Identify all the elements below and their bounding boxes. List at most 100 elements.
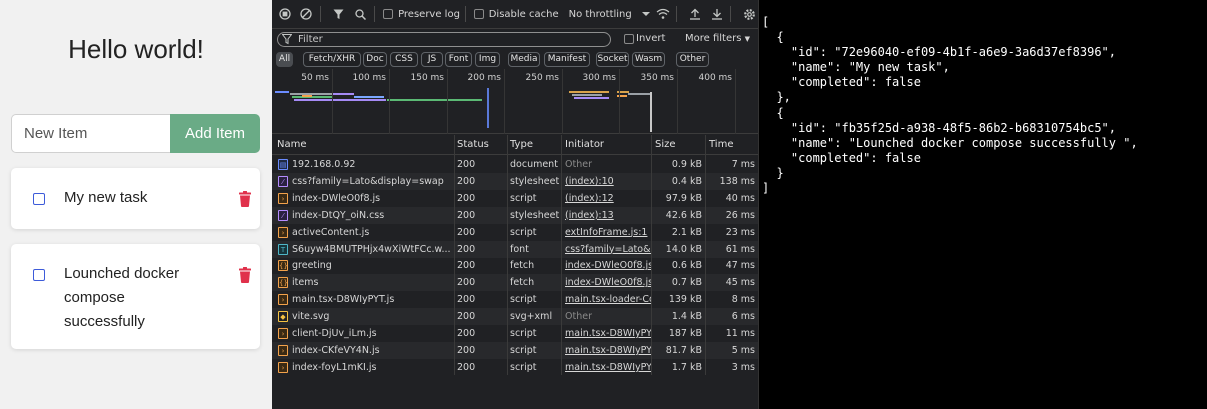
- table-row[interactable]: › index-DWleO0f8.js 200 script (index):12 97.…: [272, 190, 758, 207]
- chevron-down-icon[interactable]: [641, 5, 650, 23]
- table-row[interactable]: ⁄ css?family=Lato&display=swap 200 styleshe…: [272, 172, 758, 190]
- cell-initiator[interactable]: index-DWleO0f8.js: [565, 277, 651, 288]
- new-item-form: Add Item: [11, 114, 260, 153]
- cell-initiator[interactable]: main.tsx-D8WIyPYT: [565, 345, 651, 356]
- type-filter-all[interactable]: All: [276, 52, 293, 67]
- cell-size: 14.0 kB: [665, 243, 702, 255]
- more-filters-dropdown[interactable]: More filters ▼: [685, 33, 750, 44]
- cell-initiator[interactable]: (index):13: [565, 210, 651, 221]
- table-row[interactable]: {} greeting 200 fetch index-DWleO0f8.js 0.6 k…: [272, 257, 758, 274]
- new-item-input[interactable]: [11, 114, 170, 153]
- resource-type-filters: All Fetch/XHR Doc CSS JS Font Img Media Manifest…: [272, 50, 758, 69]
- type-filter-socket[interactable]: Socket: [596, 52, 629, 67]
- cell-type: svg+xml: [510, 311, 553, 323]
- filter-input[interactable]: [277, 32, 611, 47]
- cell-time: 138 ms: [719, 175, 755, 187]
- cell-initiator[interactable]: main.tsx-D8WIyPYT: [565, 362, 651, 373]
- throttling-select[interactable]: No throttling: [569, 9, 632, 20]
- disable-cache-checkbox[interactable]: [473, 9, 484, 19]
- cell-type: fetch: [510, 260, 535, 272]
- type-filter-js[interactable]: JS: [421, 52, 443, 67]
- invert-checkbox[interactable]: [624, 34, 634, 44]
- type-filter-media[interactable]: Media: [508, 52, 540, 67]
- svg-icon: ◆: [278, 311, 288, 323]
- network-conditions-icon[interactable]: [654, 5, 672, 23]
- add-item-button[interactable]: Add Item: [170, 114, 260, 153]
- cell-size: 81.7 kB: [665, 344, 702, 356]
- cell-time: 26 ms: [725, 209, 755, 221]
- cell-name: activeContent.js: [292, 226, 370, 238]
- column-header-size[interactable]: Size: [655, 139, 676, 150]
- cell-type: stylesheet: [510, 175, 560, 187]
- filter-icon[interactable]: [330, 5, 348, 23]
- import-har-icon[interactable]: [686, 5, 704, 23]
- export-har-icon[interactable]: [708, 5, 726, 23]
- type-filter-font[interactable]: Font: [445, 52, 472, 67]
- table-row[interactable]: T S6uyw4BMUTPHjx4wXiWtFCc.w... 200 font css?…: [272, 240, 758, 258]
- type-filter-other[interactable]: Other: [676, 52, 709, 67]
- cell-initiator: Other: [565, 159, 592, 170]
- cell-initiator[interactable]: (index):12: [565, 193, 651, 204]
- checkbox[interactable]: [33, 269, 45, 281]
- record-icon[interactable]: [276, 5, 294, 23]
- timeline-gridline: [619, 69, 620, 134]
- cell-status: 200: [457, 361, 476, 373]
- cell-type: fetch: [510, 277, 535, 289]
- type-filter-css[interactable]: CSS: [390, 52, 418, 67]
- preserve-log-label: Preserve log: [398, 8, 460, 20]
- column-divider: [561, 135, 562, 375]
- todo-item: Lounched docker compose successfully: [11, 244, 260, 349]
- network-toolbar: Preserve log Disable cache No throttling: [272, 0, 758, 29]
- column-header-name[interactable]: Name: [277, 139, 307, 150]
- table-row[interactable]: › activeContent.js 200 script extInfoFrame.j…: [272, 224, 758, 241]
- trash-icon[interactable]: [238, 267, 252, 283]
- type-filter-img[interactable]: Img: [475, 52, 500, 67]
- preserve-log-checkbox[interactable]: [383, 9, 394, 19]
- script-icon: ›: [278, 328, 288, 339]
- column-header-status[interactable]: Status: [457, 139, 489, 150]
- cell-time: 8 ms: [731, 294, 755, 306]
- table-row[interactable]: › index-CKfeVY4N.js 200 script main.tsx-D8WI…: [272, 341, 758, 359]
- cell-initiator[interactable]: index-DWleO0f8.js: [565, 260, 651, 271]
- cell-time: 5 ms: [731, 344, 755, 356]
- page-title: Hello world!: [68, 34, 204, 64]
- timeline-tick-label: 300 ms: [582, 73, 617, 83]
- type-filter-wasm[interactable]: Wasm: [632, 52, 665, 67]
- table-row[interactable]: ▤ 192.168.0.92 200 document Other 0.9 kB 7 ms: [272, 156, 758, 173]
- cell-type: script: [510, 294, 537, 306]
- clear-icon[interactable]: [298, 5, 316, 23]
- cell-size: 2.1 kB: [671, 226, 702, 238]
- column-divider: [705, 135, 706, 375]
- table-row[interactable]: ⁄ index-DtQY_oiN.css 200 stylesheet (index):…: [272, 206, 758, 224]
- column-header-initiator[interactable]: Initiator: [565, 139, 604, 150]
- cell-initiator[interactable]: extInfoFrame.js:1: [565, 227, 651, 238]
- cell-initiator[interactable]: css?family=Lato&d: [565, 244, 651, 255]
- table-row[interactable]: › client-DjUv_iLm.js 200 script main.tsx-D8W…: [272, 325, 758, 342]
- cell-initiator[interactable]: (index):10: [565, 176, 651, 187]
- column-divider: [454, 135, 455, 375]
- timeline-gridline: [735, 69, 736, 134]
- cell-status: 200: [457, 243, 476, 255]
- column-header-type[interactable]: Type: [510, 139, 533, 150]
- table-row[interactable]: › index-foyL1mKI.js 200 script main.tsx-D8WI…: [272, 359, 758, 376]
- type-filter-fetchxhr[interactable]: Fetch/XHR: [303, 52, 361, 67]
- cell-type: script: [510, 192, 537, 204]
- column-header-time[interactable]: Time: [709, 139, 733, 150]
- checkbox[interactable]: [33, 193, 45, 205]
- timeline-tick-label: 200 ms: [467, 73, 502, 83]
- table-row[interactable]: › main.tsx-D8WIyPYT.js 200 script main.tsx-l…: [272, 291, 758, 308]
- divider: [464, 6, 466, 22]
- cell-status: 200: [457, 311, 476, 323]
- table-row[interactable]: ◆ vite.svg 200 svg+xml Other 1.4 kB 6 ms: [272, 308, 758, 326]
- table-row[interactable]: {} items 200 fetch index-DWleO0f8.js 0.7 kB 45…: [272, 274, 758, 292]
- cell-initiator[interactable]: main.tsx-D8WIyPYT: [565, 328, 651, 339]
- devtools-network-panel: Preserve log Disable cache No throttling…: [272, 0, 758, 409]
- filter-icon: [282, 34, 292, 45]
- type-filter-doc[interactable]: Doc: [363, 52, 387, 67]
- gear-icon[interactable]: [740, 5, 758, 23]
- trash-icon[interactable]: [238, 191, 252, 207]
- disable-cache-label: Disable cache: [488, 8, 559, 20]
- type-filter-manifest[interactable]: Manifest: [544, 52, 590, 67]
- search-icon[interactable]: [352, 5, 370, 23]
- cell-initiator[interactable]: main.tsx-loader-Co: [565, 294, 651, 305]
